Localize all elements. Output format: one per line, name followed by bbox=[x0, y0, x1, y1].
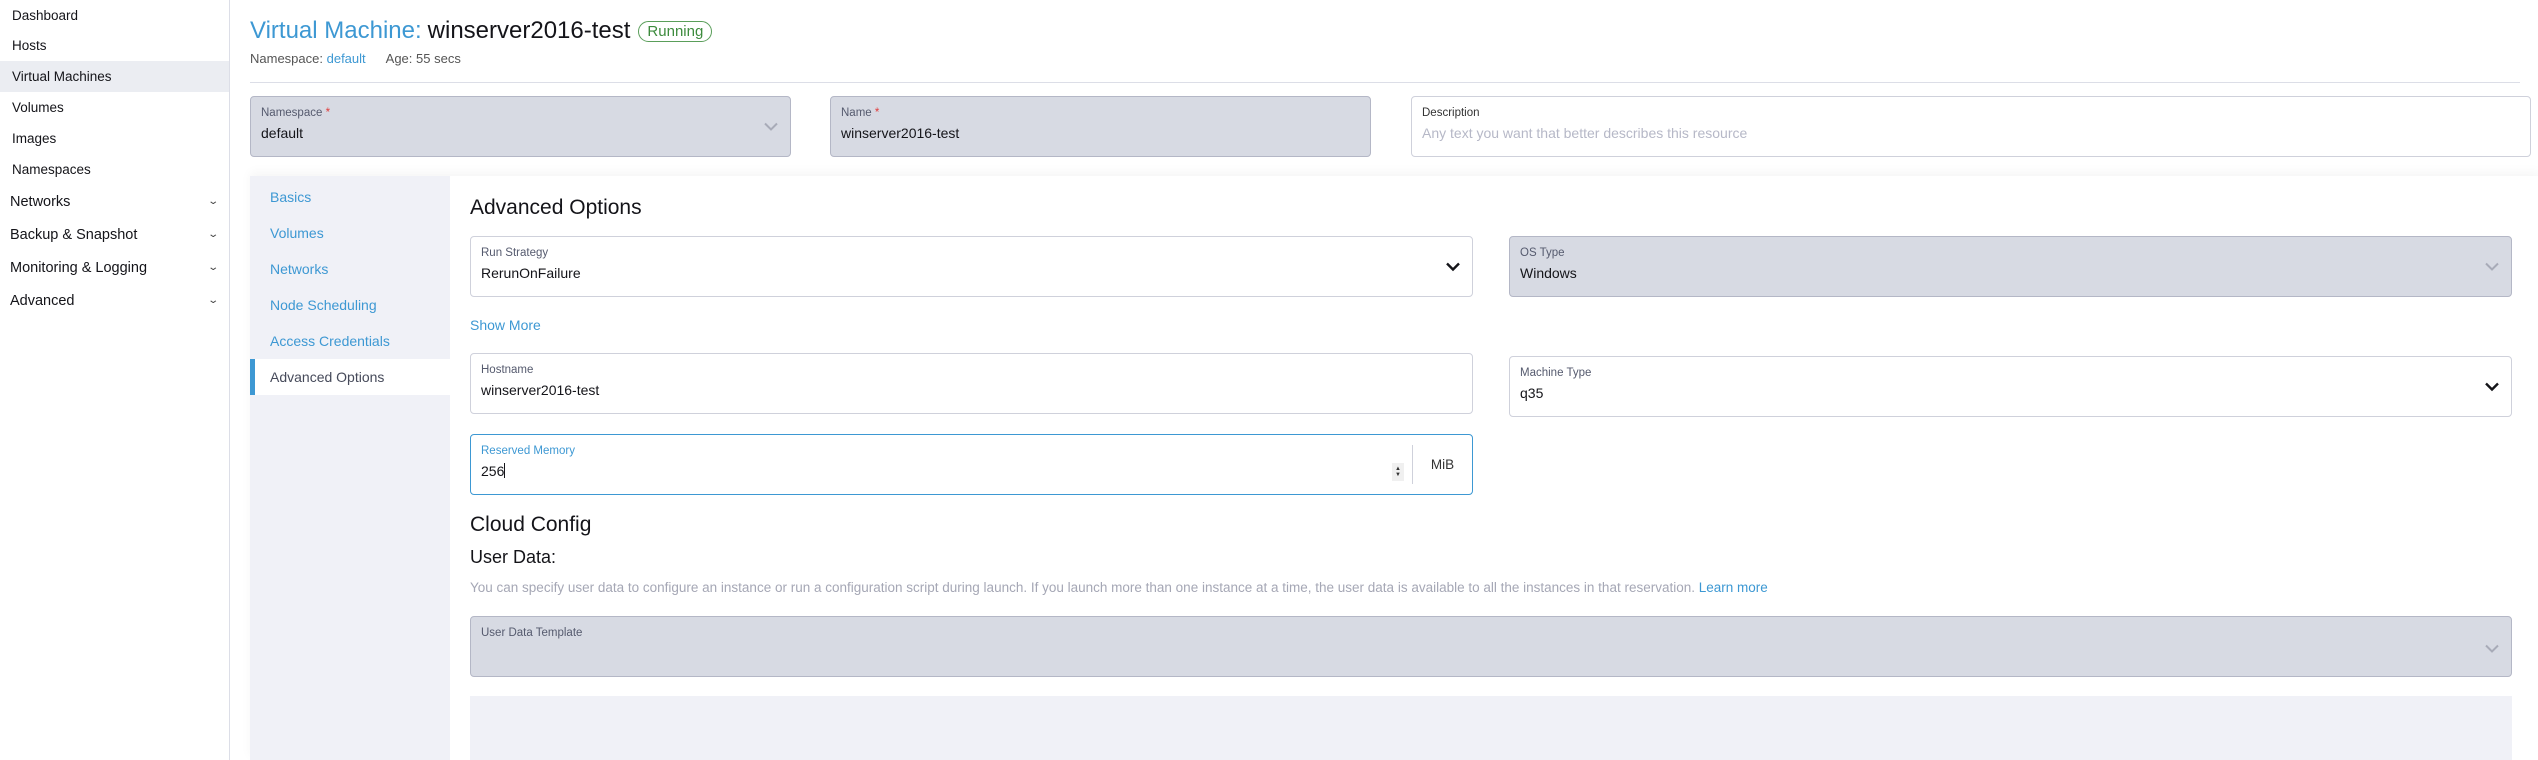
number-spinner[interactable]: ▲ ▼ bbox=[1392, 463, 1404, 481]
age-meta: Age: 55 secs bbox=[385, 51, 461, 66]
chevron-down-icon: ⌄ bbox=[206, 295, 219, 306]
sidebar-group-monitoring-logging[interactable]: Monitoring & Logging ⌄ bbox=[0, 251, 229, 284]
reserved-memory-value: 256 bbox=[481, 463, 505, 479]
sidebar-group-backup-snapshot[interactable]: Backup & Snapshot ⌄ bbox=[0, 218, 229, 251]
sidebar-item-label: Images bbox=[12, 131, 57, 146]
description-placeholder: Any text you want that better describes … bbox=[1422, 125, 1748, 141]
namespace-label-text: Namespace bbox=[261, 107, 323, 119]
description-input[interactable]: Description Any text you want that bette… bbox=[1411, 96, 2531, 157]
os-type-value: Windows bbox=[1520, 265, 1577, 281]
meta-row: Namespace: default Age: 55 secs bbox=[250, 51, 712, 66]
sidebar-group-networks[interactable]: Networks ⌄ bbox=[0, 185, 229, 218]
edit-panel: Basics Volumes Networks Node Scheduling … bbox=[250, 176, 2538, 760]
run-strategy-label: Run Strategy bbox=[481, 247, 549, 259]
sidebar-item-virtual-machines[interactable]: Virtual Machines bbox=[0, 61, 229, 92]
tab-access-credentials[interactable]: Access Credentials bbox=[250, 323, 450, 359]
sidebar-group-advanced[interactable]: Advanced ⌄ bbox=[0, 284, 229, 317]
namespace-label: Namespace * bbox=[261, 107, 780, 119]
name-label: Name * bbox=[841, 107, 1360, 119]
title-prefix: Virtual Machine: bbox=[250, 17, 422, 44]
status-badge: Running bbox=[638, 20, 713, 42]
hostname-label: Hostname bbox=[481, 364, 534, 376]
section-title-cloud-config: Cloud Config bbox=[470, 513, 592, 536]
tab-networks[interactable]: Networks bbox=[250, 251, 450, 287]
tab-label: Networks bbox=[270, 261, 329, 277]
namespace-meta-label: Namespace: bbox=[250, 51, 323, 66]
page-header: Virtual Machine: winserver2016-test Runn… bbox=[250, 17, 713, 66]
sidebar-item-label: Virtual Machines bbox=[12, 69, 112, 84]
user-data-help-text: You can specify user data to configure a… bbox=[470, 580, 1695, 595]
chevron-down-icon bbox=[2485, 644, 2499, 653]
name-input[interactable]: Name * winserver2016-test bbox=[830, 96, 1371, 157]
sidebar-item-label: Volumes bbox=[12, 100, 64, 115]
hostname-value: winserver2016-test bbox=[481, 382, 600, 398]
sidebar-item-label: Dashboard bbox=[12, 7, 79, 23]
os-type-label: OS Type bbox=[1520, 247, 1565, 259]
reserved-memory-value-wrap: 256 bbox=[481, 463, 1462, 479]
sidebar-item-hosts[interactable]: Hosts bbox=[0, 30, 229, 61]
tab-list: Basics Volumes Networks Node Scheduling … bbox=[250, 176, 450, 760]
sidebar-group-label: Backup & Snapshot bbox=[10, 226, 138, 243]
spin-down-icon[interactable]: ▼ bbox=[1395, 472, 1401, 478]
machine-type-select[interactable]: Machine Type q35 bbox=[1509, 356, 2512, 417]
namespace-value: default bbox=[261, 125, 304, 141]
os-type-select[interactable]: OS Type Windows bbox=[1509, 236, 2512, 297]
sidebar: Dashboard Hosts Virtual Machines Volumes… bbox=[0, 0, 230, 760]
chevron-down-icon bbox=[1446, 262, 1460, 271]
learn-more-link[interactable]: Learn more bbox=[1699, 580, 1768, 595]
user-data-template-select[interactable]: User Data Template bbox=[470, 616, 2512, 677]
tab-label: Advanced Options bbox=[270, 369, 385, 385]
reserved-memory-label: Reserved Memory bbox=[481, 445, 575, 457]
text-caret bbox=[504, 463, 506, 478]
sidebar-item-label: Hosts bbox=[12, 38, 47, 53]
user-data-template-label: User Data Template bbox=[481, 627, 583, 639]
page-title: Virtual Machine: winserver2016-test Runn… bbox=[250, 17, 713, 45]
reserved-memory-input[interactable]: Reserved Memory 256 ▲ ▼ MiB bbox=[470, 434, 1473, 495]
sidebar-group-label: Advanced bbox=[10, 292, 75, 309]
run-strategy-value: RerunOnFailure bbox=[481, 265, 581, 281]
tab-label: Access Credentials bbox=[270, 333, 390, 349]
description-label: Description bbox=[1422, 107, 1480, 119]
sidebar-item-volumes[interactable]: Volumes bbox=[0, 92, 229, 123]
tab-basics[interactable]: Basics bbox=[250, 179, 450, 215]
sidebar-item-images[interactable]: Images bbox=[0, 123, 229, 154]
hostname-input[interactable]: Hostname winserver2016-test bbox=[470, 353, 1473, 414]
section-title-advanced-options: Advanced Options bbox=[470, 196, 642, 219]
tab-label: Node Scheduling bbox=[270, 297, 377, 313]
tab-label: Basics bbox=[270, 189, 312, 205]
name-value: winserver2016-test bbox=[841, 125, 960, 141]
run-strategy-select[interactable]: Run Strategy RerunOnFailure bbox=[470, 236, 1473, 297]
sidebar-item-dashboard[interactable]: Dashboard bbox=[0, 0, 229, 30]
memory-unit-suffix: MiB bbox=[1412, 445, 1472, 484]
vm-name-title: winserver2016-test bbox=[427, 17, 631, 44]
chevron-down-icon bbox=[764, 122, 778, 131]
header-divider bbox=[250, 82, 2520, 83]
chevron-down-icon: ⌄ bbox=[206, 196, 219, 207]
tab-node-scheduling[interactable]: Node Scheduling bbox=[250, 287, 450, 323]
sidebar-group-label: Networks bbox=[10, 193, 71, 210]
namespace-select[interactable]: Namespace * default bbox=[250, 96, 791, 157]
chevron-down-icon: ⌄ bbox=[206, 262, 219, 273]
sidebar-item-label: Namespaces bbox=[12, 162, 91, 177]
tab-label: Volumes bbox=[270, 225, 324, 241]
sidebar-item-namespaces[interactable]: Namespaces bbox=[0, 154, 229, 185]
required-marker: * bbox=[874, 107, 880, 119]
chevron-down-icon bbox=[2485, 382, 2499, 391]
chevron-down-icon: ⌄ bbox=[206, 229, 219, 240]
user-data-title: User Data: bbox=[470, 547, 557, 567]
machine-type-value: q35 bbox=[1520, 385, 1544, 401]
user-data-editor[interactable] bbox=[470, 696, 2512, 760]
machine-type-label: Machine Type bbox=[1520, 367, 1592, 379]
chevron-down-icon bbox=[2485, 262, 2499, 271]
sidebar-group-label: Monitoring & Logging bbox=[10, 259, 148, 276]
required-marker: * bbox=[325, 107, 331, 119]
namespace-link[interactable]: default bbox=[327, 51, 366, 66]
user-data-help: You can specify user data to configure a… bbox=[470, 580, 1768, 595]
tab-volumes[interactable]: Volumes bbox=[250, 215, 450, 251]
tab-advanced-options[interactable]: Advanced Options bbox=[250, 359, 450, 395]
show-more-link[interactable]: Show More bbox=[470, 317, 541, 333]
name-label-text: Name bbox=[841, 107, 872, 119]
namespace-meta: Namespace: default bbox=[250, 51, 366, 66]
